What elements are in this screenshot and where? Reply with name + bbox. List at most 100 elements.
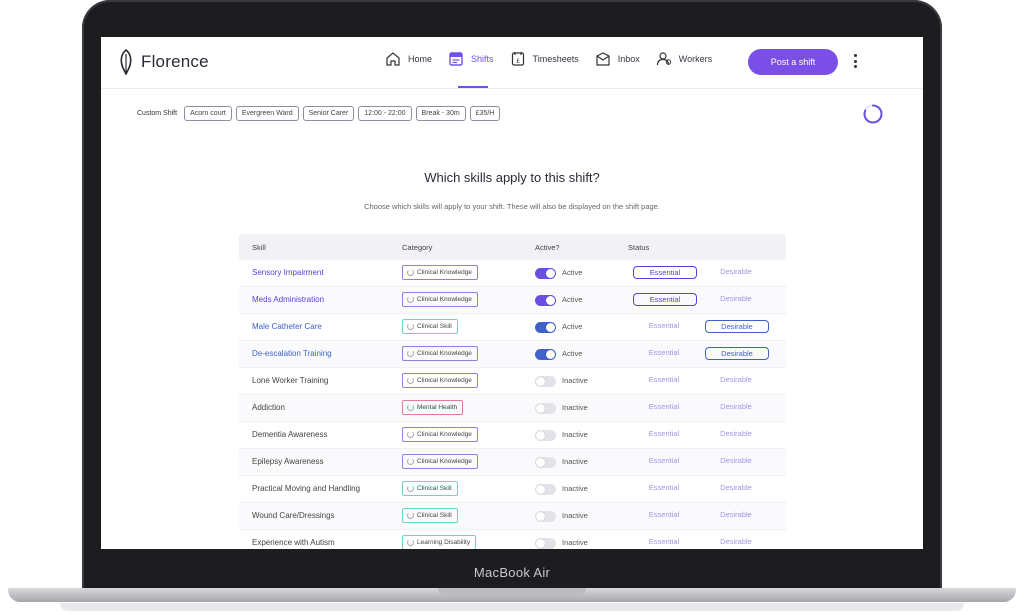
active-state-label: Active <box>562 295 583 304</box>
active-toggle[interactable] <box>535 457 556 468</box>
desirable-option[interactable]: Desirable <box>705 320 769 333</box>
table-row: Epilepsy Awareness Clinical Knowledge Inac… <box>239 449 786 476</box>
active-state-label: Active <box>562 349 583 358</box>
header-status: Status <box>628 243 650 252</box>
essential-option[interactable]: Essential <box>633 509 695 520</box>
nav-timesheets[interactable]: £ Timesheets <box>510 51 579 67</box>
laptop-shadow <box>60 603 964 611</box>
chip-rate[interactable]: £35/H <box>469 106 501 121</box>
active-state-label: Inactive <box>562 484 588 493</box>
skill-name: De-escalation Training <box>252 349 332 358</box>
skill-name: Wound Care/Dressings <box>252 511 335 520</box>
table-row: Wound Care/Dressings Clinical Skill Inacti… <box>239 503 786 530</box>
essential-option[interactable]: Essential <box>633 374 695 385</box>
essential-option[interactable]: Essential <box>633 482 695 493</box>
skill-name: Epilepsy Awareness <box>252 457 324 466</box>
loading-spinner-icon <box>863 104 883 124</box>
skill-name: Dementia Awareness <box>252 430 328 439</box>
essential-option[interactable]: Essential <box>633 293 697 306</box>
shifts-icon <box>449 52 463 66</box>
table-header: Skill Category Active? Status <box>239 234 786 260</box>
table-row: Meds Administration Clinical Knowledge Act… <box>239 287 786 314</box>
table-row: Male Catheter Care Clinical Skill Active Es… <box>239 314 786 341</box>
active-toggle[interactable] <box>535 268 556 279</box>
custom-shift-bar: Custom Shift Acorn court Evergreen Ward … <box>137 106 504 121</box>
active-toggle[interactable] <box>535 484 556 495</box>
inbox-icon <box>596 52 610 66</box>
desirable-option[interactable]: Desirable <box>705 482 767 493</box>
desirable-option[interactable]: Desirable <box>705 401 767 412</box>
nav-shifts[interactable]: Shifts <box>448 51 494 67</box>
skill-name: Addiction <box>252 403 285 412</box>
table-row: Experience with Autism Learning Disabilit… <box>239 530 786 549</box>
essential-option[interactable]: Essential <box>633 428 695 439</box>
active-state-label: Inactive <box>562 538 588 547</box>
active-toggle[interactable] <box>535 511 556 522</box>
more-options-icon[interactable] <box>853 54 859 70</box>
app-name: Florence <box>141 52 209 71</box>
essential-option[interactable]: Essential <box>633 455 695 466</box>
skill-name: Experience with Autism <box>252 538 335 547</box>
timesheets-icon: £ <box>511 52 524 66</box>
essential-option[interactable]: Essential <box>633 320 695 331</box>
nav-shifts-label: Shifts <box>471 54 494 64</box>
category-badge: Clinical Knowledge <box>402 292 478 307</box>
top-header: Florence Home Shifts £ Timesheets Inbox … <box>101 37 923 89</box>
nav-workers-label: Workers <box>678 54 713 64</box>
page-title: Which skills apply to this shift? <box>424 170 600 185</box>
desirable-option[interactable]: Desirable <box>705 374 767 385</box>
custom-shift-label: Custom Shift <box>137 110 178 117</box>
chip-time[interactable]: 12:00 - 22:00 <box>358 106 412 121</box>
skill-name: Sensory Impairment <box>252 268 324 277</box>
chip-ward[interactable]: Evergreen Ward <box>235 106 299 121</box>
active-tab-indicator <box>458 86 488 88</box>
desirable-option[interactable]: Desirable <box>705 536 767 547</box>
svg-text:£: £ <box>516 58 520 65</box>
skill-name: Male Catheter Care <box>252 322 322 331</box>
active-toggle[interactable] <box>535 349 556 360</box>
category-badge: Learning Disability <box>402 535 477 549</box>
desirable-option[interactable]: Desirable <box>705 266 767 277</box>
post-shift-button[interactable]: Post a shift <box>748 49 838 75</box>
nav-inbox[interactable]: Inbox <box>595 51 640 67</box>
essential-option[interactable]: Essential <box>633 266 697 279</box>
nav-home[interactable]: Home <box>385 51 432 67</box>
active-state-label: Inactive <box>562 376 588 385</box>
nav-workers[interactable]: Workers <box>656 51 712 67</box>
active-state-label: Active <box>562 322 583 331</box>
essential-option[interactable]: Essential <box>633 536 695 547</box>
device-label: MacBook Air <box>473 565 551 580</box>
chip-location[interactable]: Acorn court <box>184 106 232 121</box>
header-active: Active? <box>535 243 560 252</box>
category-badge: Clinical Skill <box>402 508 458 523</box>
nav-timesheets-label: Timesheets <box>532 54 579 64</box>
table-body: Sensory Impairment Clinical Knowledge Acti… <box>239 260 786 549</box>
header-skill: Skill <box>252 243 266 252</box>
active-toggle[interactable] <box>535 430 556 441</box>
logo[interactable]: Florence <box>119 49 209 75</box>
chip-role[interactable]: Senior Carer <box>302 106 355 121</box>
active-state-label: Inactive <box>562 403 588 412</box>
laptop-notch <box>438 588 586 595</box>
active-state-label: Inactive <box>562 430 588 439</box>
desirable-option[interactable]: Desirable <box>705 428 767 439</box>
active-toggle[interactable] <box>535 403 556 414</box>
desirable-option[interactable]: Desirable <box>705 293 767 304</box>
desirable-option[interactable]: Desirable <box>705 455 767 466</box>
page-subtitle: Choose which skills will apply to your s… <box>364 202 660 211</box>
desirable-option[interactable]: Desirable <box>705 347 769 360</box>
home-icon <box>386 52 400 66</box>
table-row: De-escalation Training Clinical Knowledge… <box>239 341 786 368</box>
active-toggle[interactable] <box>535 538 556 549</box>
essential-option[interactable]: Essential <box>633 401 695 412</box>
active-toggle[interactable] <box>535 295 556 306</box>
active-toggle[interactable] <box>535 322 556 333</box>
skill-name: Lone Worker Training <box>252 376 329 385</box>
skill-name: Practical Moving and Handling <box>252 484 361 493</box>
nav-inbox-label: Inbox <box>617 54 640 64</box>
essential-option[interactable]: Essential <box>633 347 695 358</box>
chip-break[interactable]: Break - 30m <box>415 106 466 121</box>
active-toggle[interactable] <box>535 376 556 387</box>
desirable-option[interactable]: Desirable <box>705 509 767 520</box>
category-badge: Mental Health <box>402 400 464 415</box>
